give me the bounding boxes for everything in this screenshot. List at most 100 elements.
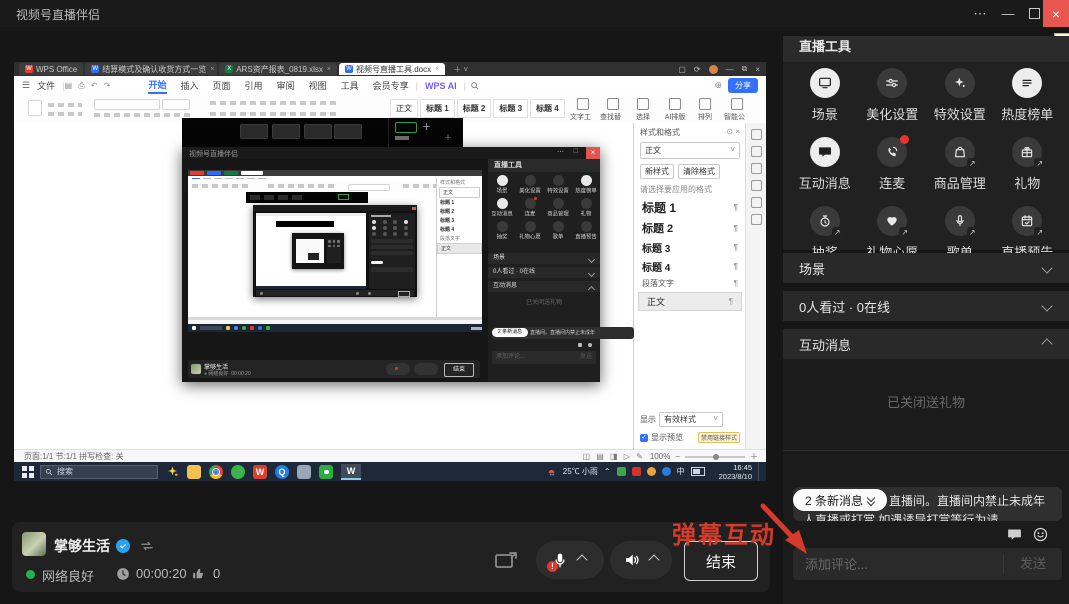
ribbon-select[interactable]: 选择: [630, 98, 656, 122]
taskbar-clock[interactable]: 16:45 2023/8/10: [719, 463, 752, 481]
new-style-button[interactable]: 新样式: [640, 164, 674, 179]
panel-close-icon[interactable]: ⊙ ×: [726, 127, 740, 138]
taskbar-app-icon[interactable]: [297, 465, 311, 479]
style-entry-para[interactable]: 段落文字¶: [634, 276, 746, 291]
tab-close-icon[interactable]: ×: [210, 66, 214, 73]
style-normal[interactable]: 正文: [390, 99, 418, 118]
taskbar-wechat-icon[interactable]: [319, 465, 333, 479]
style-heading-2[interactable]: 标题 2: [457, 99, 492, 118]
taskbar-q-icon[interactable]: Q: [275, 465, 289, 479]
section-messages[interactable]: 互动消息: [783, 329, 1069, 359]
font-family-select[interactable]: [94, 99, 160, 110]
comment-input[interactable]: [793, 557, 1003, 572]
tab-close-icon[interactable]: ×: [435, 66, 439, 73]
style-entry-body-selected[interactable]: 正文¶: [638, 292, 742, 311]
style-selector[interactable]: 正文˅: [640, 142, 740, 159]
menu-file[interactable]: 文件: [37, 79, 55, 92]
strip-icon[interactable]: [751, 146, 762, 157]
font-size-select[interactable]: [162, 99, 190, 110]
taskbar-wps-icon[interactable]: W: [253, 465, 267, 479]
quick-access-icons[interactable]: ▤ ⎙ ↶ ↷: [64, 81, 112, 91]
tool-messages[interactable]: 互动消息: [791, 137, 859, 192]
strip-icon[interactable]: [751, 180, 762, 191]
strip-icon[interactable]: [751, 197, 762, 208]
taskbar-browser-icon[interactable]: [231, 465, 245, 479]
weather-text[interactable]: 25℃ 小雨: [563, 466, 598, 477]
menu-home[interactable]: 开始: [148, 78, 166, 94]
avatar[interactable]: [22, 532, 46, 556]
menu-tools[interactable]: 工具: [341, 79, 359, 92]
ime-indicator[interactable]: 中: [677, 466, 685, 477]
close-button[interactable]: ×: [1043, 0, 1069, 27]
wps-doc-tab-1[interactable]: W 结算模式及确认收货方式一览 ×: [85, 63, 217, 75]
tool-scene[interactable]: 场景: [791, 68, 859, 123]
section-scene[interactable]: 场景: [783, 253, 1069, 283]
menu-review[interactable]: 审阅: [277, 79, 295, 92]
paragraph-buttons[interactable]: [210, 112, 340, 116]
screen-share-icon[interactable]: [494, 549, 520, 571]
paste-icon[interactable]: [28, 100, 42, 116]
tool-beauty[interactable]: 美化设置: [859, 68, 927, 123]
wps-home-tab[interactable]: W WPS Office: [19, 63, 83, 75]
hamburger-icon[interactable]: ☰: [22, 80, 30, 91]
menu-reference[interactable]: 引用: [245, 79, 263, 92]
style-entry-h3[interactable]: 标题 3¶: [634, 238, 746, 257]
tray-icon-green[interactable]: [617, 467, 626, 476]
chevron-up-icon[interactable]: [648, 554, 659, 565]
wps-layout-icon[interactable]: ▢: [678, 65, 686, 74]
link-style-chip[interactable]: 禁用链接样式: [698, 432, 740, 443]
preview-checkbox[interactable]: ✓: [640, 434, 648, 442]
wps-avatar[interactable]: [709, 65, 718, 74]
ribbon-ai-layout[interactable]: AI排版: [662, 98, 688, 122]
wps-close-icon[interactable]: ×: [755, 65, 760, 74]
copilot-sparkle-icon[interactable]: [166, 465, 179, 478]
style-heading-4[interactable]: 标题 4: [530, 99, 565, 118]
comment-icon[interactable]: [1006, 526, 1023, 543]
windows-start-icon[interactable]: [22, 466, 34, 478]
taskbar-active-app-icon[interactable]: W: [341, 464, 361, 480]
new-tab-button[interactable]: ＋ ˅: [453, 64, 468, 75]
wps-active-doc-tab[interactable]: W 视频号直播工具.docx ×: [339, 63, 445, 75]
tool-gifts[interactable]: ↗ 礼物: [994, 137, 1062, 192]
tool-heat-rank[interactable]: 热度榜单: [994, 68, 1062, 123]
tray-expand-icon[interactable]: ⌃: [604, 467, 611, 476]
chevron-up-icon[interactable]: [576, 554, 587, 565]
style-heading-3[interactable]: 标题 3: [493, 99, 528, 118]
taskbar-search-box[interactable]: 搜索: [40, 465, 158, 479]
send-button[interactable]: 发送: [1003, 555, 1062, 573]
tray-icon-red[interactable]: [632, 467, 641, 476]
section-viewers[interactable]: 0人看过 · 0在线: [783, 291, 1069, 321]
clear-format-button[interactable]: 清除格式: [678, 164, 720, 179]
strip-icon[interactable]: [751, 214, 762, 225]
tool-effects[interactable]: 特效设置: [926, 68, 994, 123]
add-scene-icon[interactable]: ＋: [444, 132, 452, 143]
wps-restore-icon[interactable]: ⧉: [742, 64, 748, 74]
menu-page[interactable]: 页面: [213, 79, 231, 92]
switch-account-icon[interactable]: [140, 540, 154, 552]
style-entry-h4[interactable]: 标题 4¶: [634, 257, 746, 276]
display-select[interactable]: 有效样式˅: [659, 412, 723, 427]
capture-toolbar-button[interactable]: [272, 124, 300, 139]
add-icon[interactable]: ＋: [422, 120, 431, 133]
strip-icon[interactable]: [751, 129, 762, 140]
menu-member[interactable]: 会员专享: [373, 79, 409, 92]
style-entry-h2[interactable]: 标题 2¶: [634, 218, 746, 238]
wps-share-button[interactable]: 分享: [728, 78, 758, 93]
menu-wps-ai[interactable]: WPS AI: [425, 81, 457, 91]
capture-toolbar-button[interactable]: [334, 124, 362, 139]
tool-products[interactable]: ↗ 商品管理: [926, 137, 994, 192]
emoji-icon[interactable]: [1032, 526, 1049, 543]
more-menu-button[interactable]: ⋯: [965, 0, 995, 27]
capture-toolbar-button[interactable]: [240, 124, 268, 139]
wps-sheet-tab[interactable]: X ARS资产报表_0819.xlsx ×: [219, 63, 337, 75]
wps-settings-icon[interactable]: ⊕: [714, 80, 722, 91]
tray-icon-orange[interactable]: [647, 467, 656, 476]
tray-icon-blue[interactable]: [662, 467, 671, 476]
style-entry-h1[interactable]: 标题 1¶: [634, 197, 746, 218]
wps-minimize-icon[interactable]: —: [726, 65, 734, 74]
show-desktop-button[interactable]: [758, 462, 762, 481]
tab-close-icon[interactable]: ×: [327, 66, 331, 73]
capture-toolbar-button[interactable]: [304, 124, 332, 139]
microphone-button[interactable]: !: [536, 541, 604, 579]
zoom-controls[interactable]: ◫ ▤ ◨ ▷ ✎ 100% − ＋: [582, 451, 758, 462]
